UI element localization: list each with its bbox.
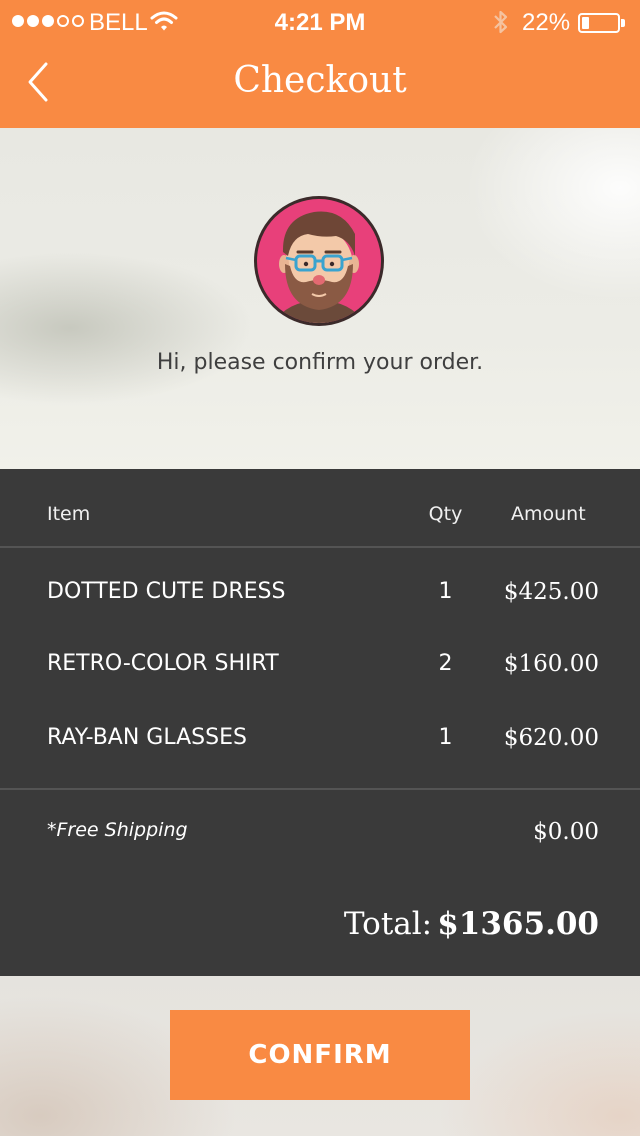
item-name: RAY-BAN GLASSES (47, 725, 247, 750)
order-summary: Item Qty Amount DOTTED CUTE DRESS 1 $425… (0, 469, 640, 976)
shipping-amount: $0.00 (533, 819, 599, 845)
column-header-qty: Qty (428, 503, 463, 525)
battery-level (582, 17, 589, 29)
total-value: $1365.00 (437, 906, 599, 942)
avatar (254, 196, 384, 326)
battery-nub (621, 19, 625, 27)
bluetooth-icon (494, 10, 508, 34)
shipping-label: *Free Shipping (47, 819, 188, 841)
item-name: RETRO-COLOR SHIRT (47, 651, 279, 676)
page-title: Checkout (233, 60, 407, 101)
top-bar: BELL 4:21 PM 22% Checkout (0, 0, 640, 128)
item-qty: 1 (438, 725, 453, 750)
battery-icon (578, 13, 620, 33)
column-header-amount: Amount (511, 503, 586, 525)
total-label: Total: (343, 906, 433, 942)
item-amount: $620.00 (503, 725, 599, 751)
divider (0, 788, 640, 790)
greeting-section: Hi, please confirm your order. (0, 128, 640, 469)
order-total: Total: $1365.00 (344, 906, 599, 942)
confirm-button[interactable]: CONFIRM (170, 1010, 470, 1100)
item-name: DOTTED CUTE DRESS (47, 579, 286, 604)
item-qty: 2 (438, 651, 453, 676)
divider (0, 546, 640, 548)
footer: CONFIRM (0, 976, 640, 1136)
status-bar: BELL 4:21 PM 22% (0, 0, 640, 44)
item-qty: 1 (438, 579, 453, 604)
column-header-item: Item (47, 503, 91, 525)
item-amount: $425.00 (503, 579, 599, 605)
greeting-text: Hi, please confirm your order. (156, 350, 484, 375)
item-amount: $160.00 (503, 651, 599, 677)
battery-percentage: 22% (522, 9, 571, 36)
